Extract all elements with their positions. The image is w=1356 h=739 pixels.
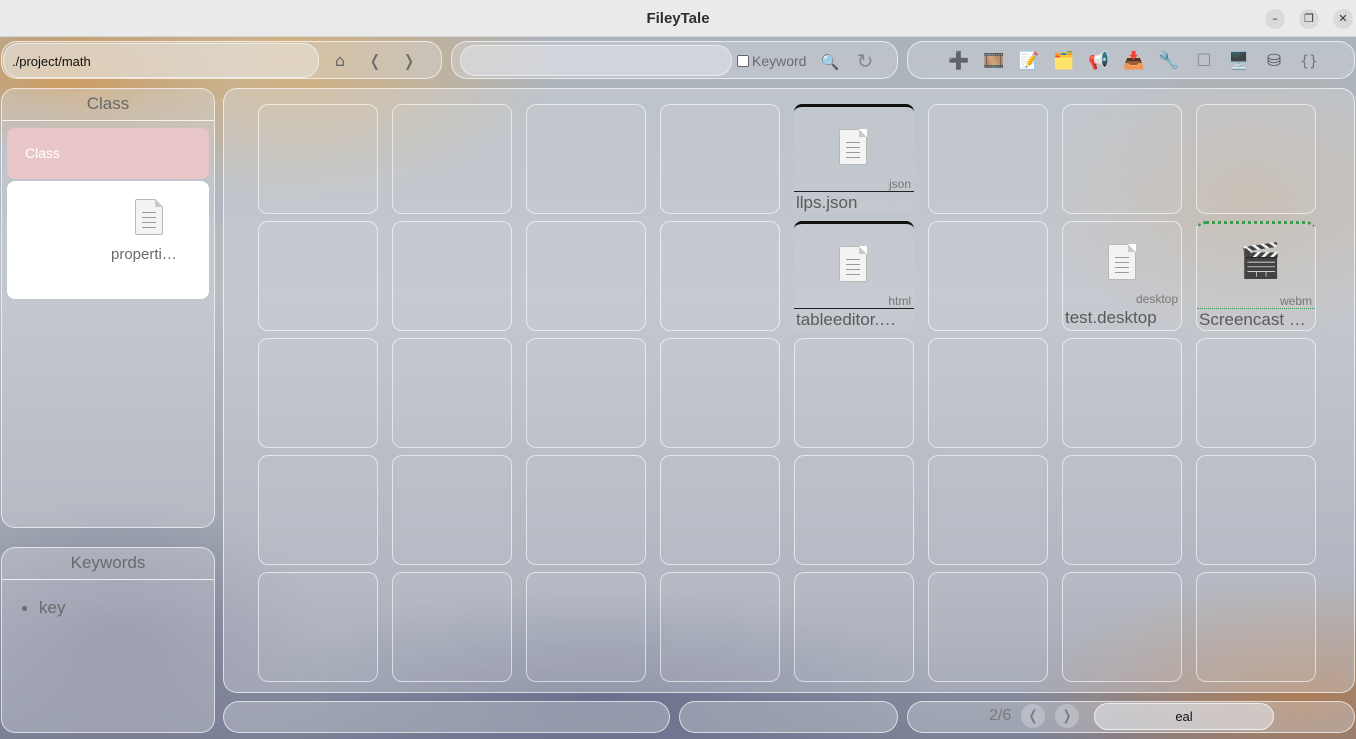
empty-cell bbox=[1062, 338, 1182, 448]
file-tile[interactable]: 🎬 webm Screencast … bbox=[1196, 221, 1316, 331]
status-field-middle bbox=[679, 701, 898, 733]
next-page-button[interactable]: ❭ bbox=[1055, 704, 1079, 728]
forward-icon[interactable]: ❭ bbox=[398, 50, 420, 72]
empty-cell bbox=[258, 455, 378, 565]
page-indicator: 2/6 bbox=[989, 707, 1012, 724]
empty-cell bbox=[392, 338, 512, 448]
empty-cell bbox=[526, 455, 646, 565]
keywords-panel: Keywords bbox=[1, 547, 215, 733]
empty-cell bbox=[258, 572, 378, 682]
empty-cell bbox=[794, 572, 914, 682]
empty-cell bbox=[928, 104, 1048, 214]
home-icon[interactable]: ⌂ bbox=[329, 50, 351, 72]
document-icon bbox=[135, 199, 163, 235]
divider bbox=[794, 308, 914, 309]
empty-cell bbox=[392, 572, 512, 682]
refresh-icon[interactable]: ↻ bbox=[852, 48, 878, 74]
empty-cell bbox=[526, 221, 646, 331]
file-tile[interactable]: desktop test.desktop bbox=[1062, 221, 1182, 331]
empty-cell bbox=[258, 104, 378, 214]
bullet-icon bbox=[22, 606, 27, 612]
empty-cell bbox=[660, 221, 780, 331]
document-icon bbox=[839, 246, 867, 282]
empty-cell bbox=[660, 104, 780, 214]
path-input[interactable]: ./project/math bbox=[3, 43, 319, 78]
empty-cell bbox=[392, 221, 512, 331]
keyword-label: Keyword bbox=[752, 53, 807, 69]
document-icon bbox=[1108, 244, 1136, 280]
empty-cell bbox=[928, 338, 1048, 448]
empty-cell bbox=[660, 338, 780, 448]
empty-cell bbox=[1062, 455, 1182, 565]
title-bar: FileyTale – ❐ ✕ bbox=[0, 0, 1356, 37]
status-input[interactable]: eal bbox=[1094, 703, 1274, 730]
memo-icon[interactable]: 📝 bbox=[1016, 48, 1042, 74]
empty-cell bbox=[928, 221, 1048, 331]
megaphone-icon[interactable]: 📢 bbox=[1086, 48, 1112, 74]
empty-cell bbox=[660, 455, 780, 565]
empty-cell bbox=[1196, 338, 1316, 448]
wrench-icon[interactable]: 🔧 bbox=[1156, 48, 1182, 74]
empty-cell bbox=[1196, 104, 1316, 214]
keywords-panel-title: Keywords bbox=[70, 553, 146, 572]
empty-cell bbox=[928, 572, 1048, 682]
empty-cell bbox=[526, 338, 646, 448]
class-file-list: properti… bbox=[7, 181, 209, 299]
divider bbox=[2, 579, 214, 580]
back-icon[interactable]: ❬ bbox=[364, 50, 386, 72]
document-icon bbox=[839, 129, 867, 165]
empty-cell bbox=[1196, 572, 1316, 682]
class-file-name[interactable]: properti… bbox=[111, 246, 177, 263]
database-icon[interactable]: ⛁ bbox=[1261, 48, 1287, 74]
empty-cell bbox=[794, 338, 914, 448]
braces-icon[interactable]: {} bbox=[1296, 48, 1322, 74]
file-name: llps.json bbox=[796, 193, 858, 212]
plus-icon[interactable]: ➕ bbox=[946, 48, 972, 74]
file-extension: webm bbox=[1279, 294, 1312, 308]
empty-cell bbox=[526, 572, 646, 682]
search-icon[interactable]: 🔍 bbox=[817, 49, 843, 75]
file-tile[interactable]: json llps.json bbox=[794, 104, 914, 214]
search-input[interactable] bbox=[460, 45, 732, 76]
file-extension: json bbox=[888, 177, 911, 191]
empty-cell bbox=[392, 104, 512, 214]
film-icon[interactable]: 🎞️ bbox=[981, 48, 1007, 74]
keyword-label: key bbox=[39, 598, 66, 617]
card-index-icon[interactable]: 🗂️ bbox=[1051, 48, 1077, 74]
file-name: Screencast … bbox=[1199, 310, 1306, 329]
file-name: tableeditor.… bbox=[796, 310, 897, 329]
desktop-icon[interactable]: 🖥️ bbox=[1226, 48, 1252, 74]
divider bbox=[1197, 308, 1315, 309]
empty-cell bbox=[258, 338, 378, 448]
empty-cell bbox=[794, 455, 914, 565]
class-item-selected[interactable]: Class bbox=[7, 128, 209, 179]
file-extension: desktop bbox=[1135, 292, 1178, 306]
empty-cell bbox=[928, 455, 1048, 565]
class-panel-title: Class bbox=[86, 94, 130, 113]
empty-cell bbox=[1062, 104, 1182, 214]
empty-cell bbox=[526, 104, 646, 214]
prev-page-button[interactable]: ❬ bbox=[1021, 704, 1045, 728]
empty-cell bbox=[1196, 455, 1316, 565]
file-name: test.desktop bbox=[1065, 308, 1157, 327]
maximize-icon[interactable]: ❐ bbox=[1299, 9, 1319, 29]
divider bbox=[794, 191, 914, 192]
empty-cell bbox=[660, 572, 780, 682]
inbox-icon[interactable]: 📥 bbox=[1121, 48, 1147, 74]
square-icon[interactable]: ☐ bbox=[1191, 48, 1217, 74]
file-extension: html bbox=[888, 294, 911, 308]
divider bbox=[2, 120, 214, 121]
status-field-left bbox=[223, 701, 670, 733]
clapper-board-icon: 🎬 bbox=[1239, 241, 1282, 281]
empty-cell bbox=[258, 221, 378, 331]
window-title: FileyTale bbox=[646, 10, 710, 27]
file-tile[interactable]: html tableeditor.… bbox=[794, 221, 914, 331]
close-icon[interactable]: ✕ bbox=[1333, 9, 1353, 29]
empty-cell bbox=[392, 455, 512, 565]
minimize-icon[interactable]: – bbox=[1265, 9, 1285, 29]
keyword-item[interactable]: key bbox=[22, 598, 65, 618]
empty-cell bbox=[1062, 572, 1182, 682]
keyword-checkbox[interactable] bbox=[737, 55, 749, 67]
